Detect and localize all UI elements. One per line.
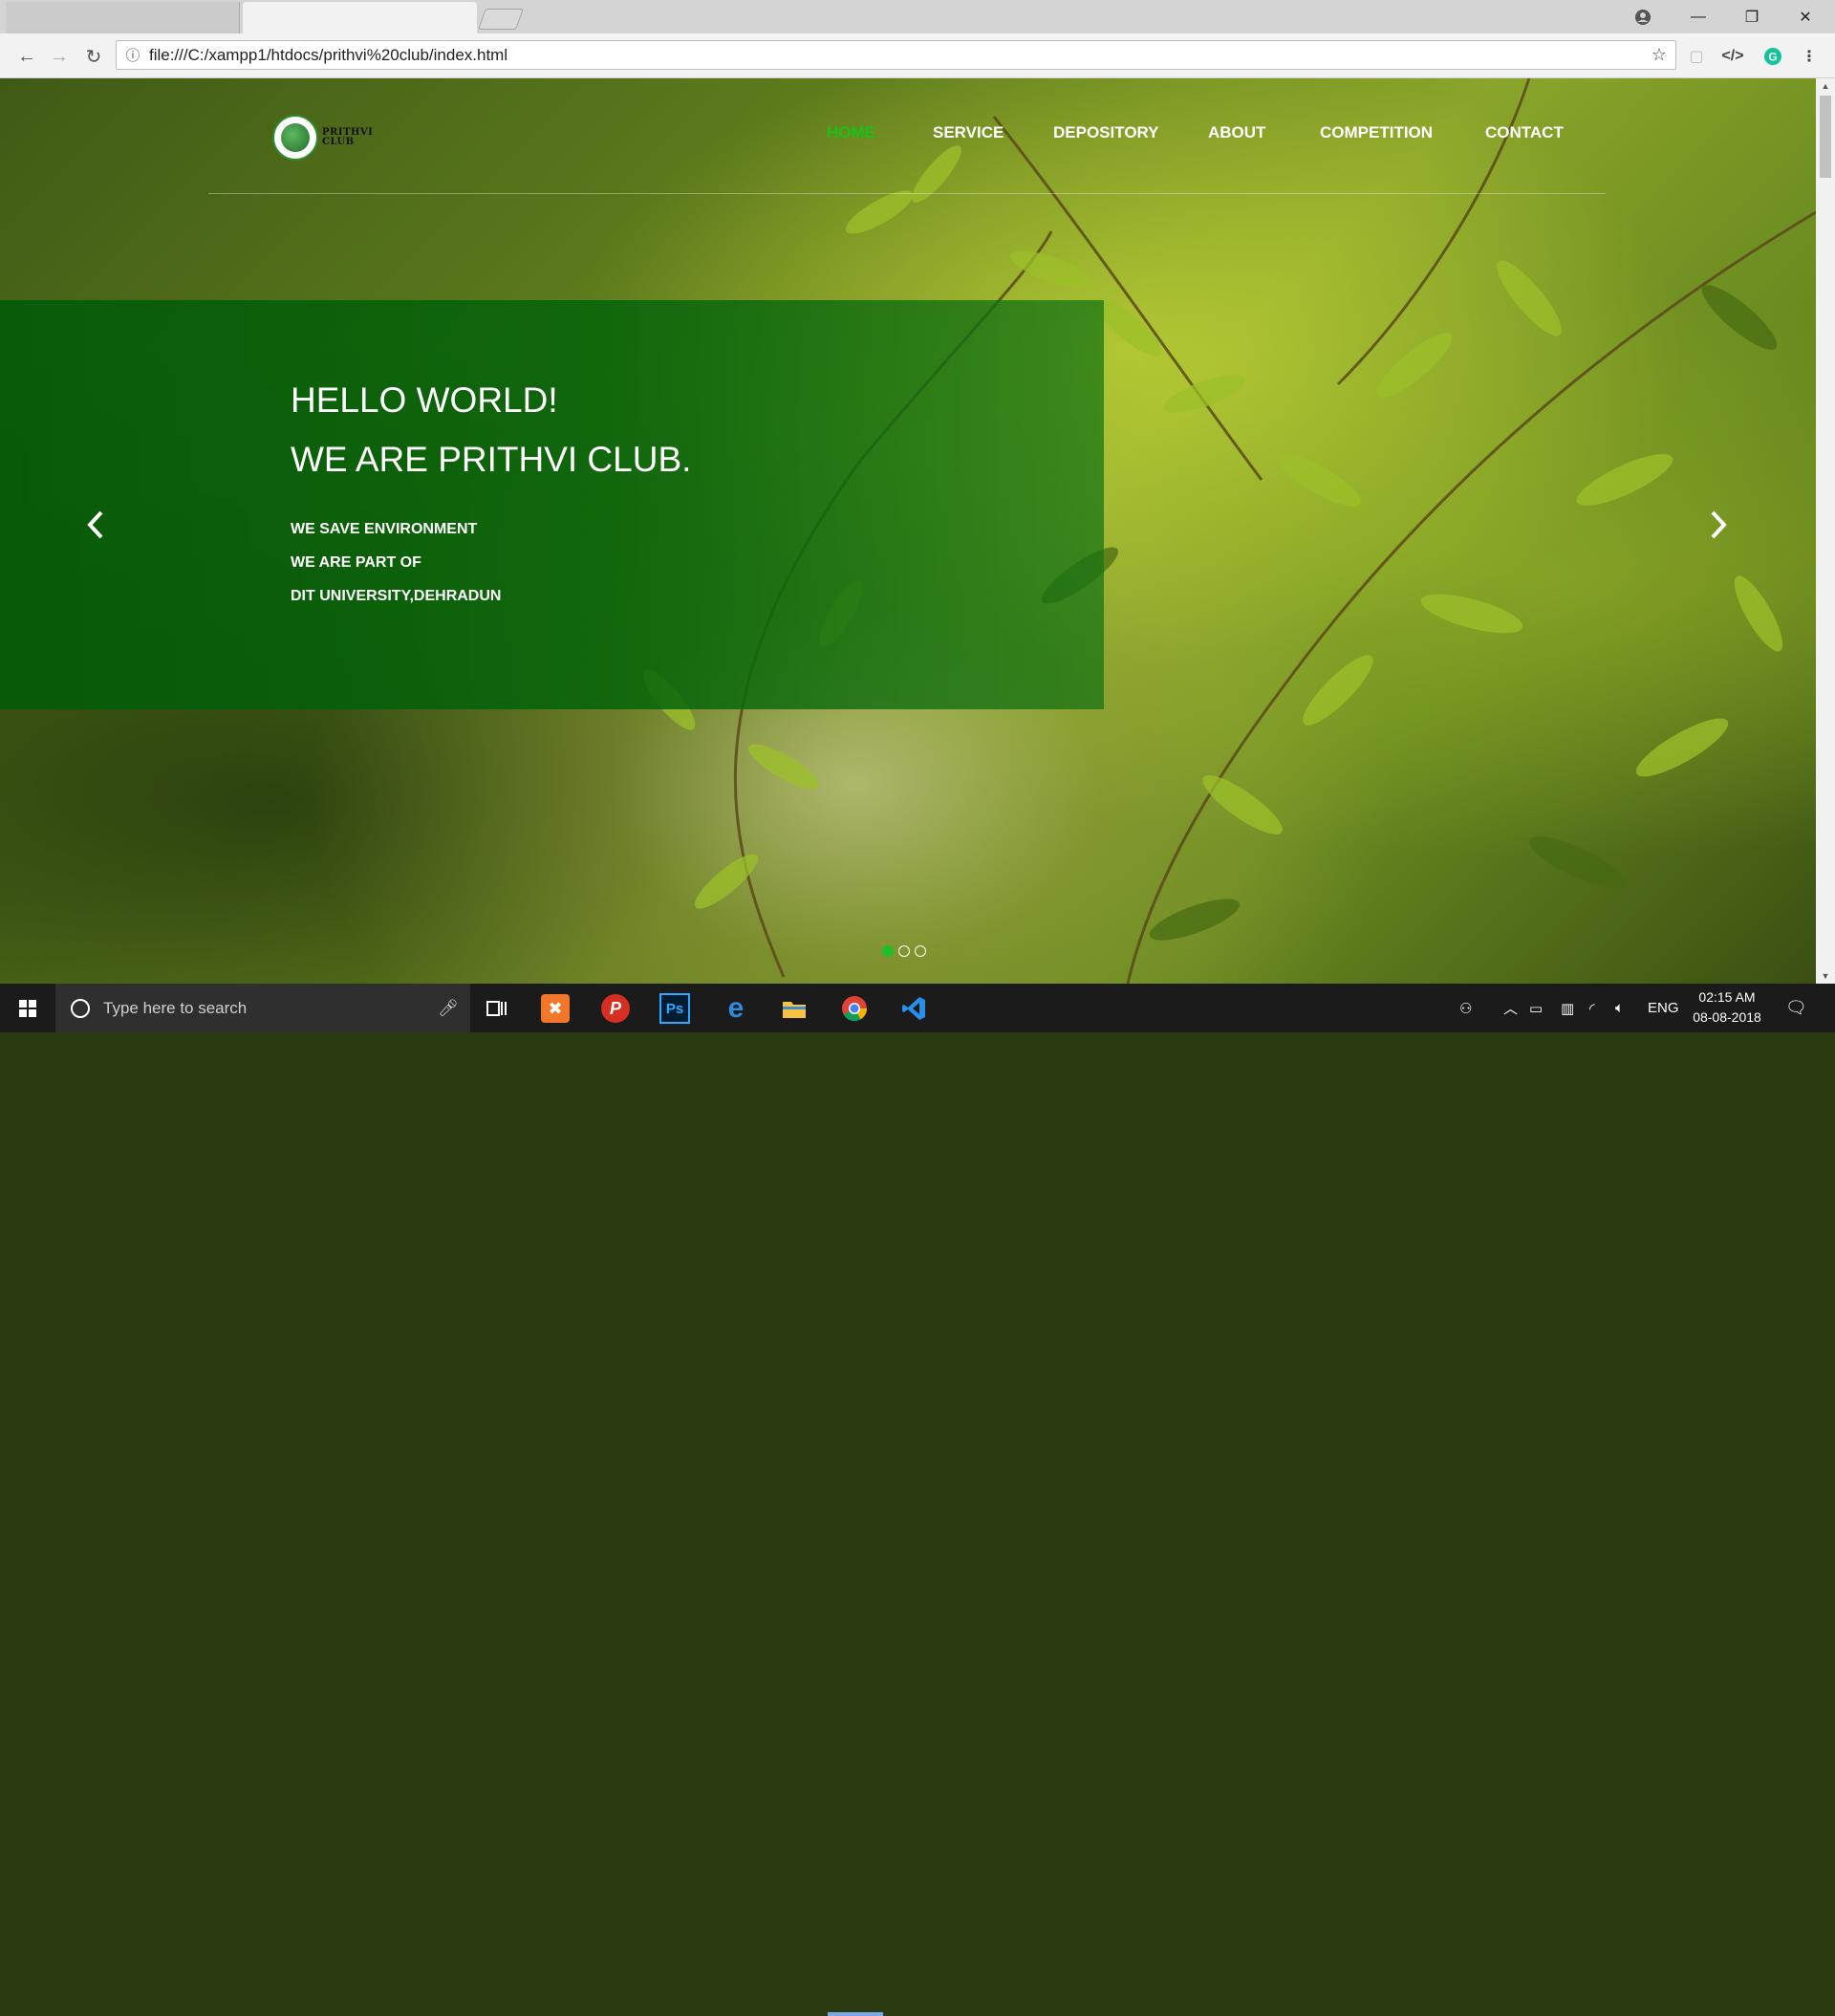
page-scrollbar[interactable]: ▲ ▼ xyxy=(1816,78,1835,984)
scroll-down-icon[interactable]: ▼ xyxy=(1816,968,1835,984)
hero-title-line1: HELLO WORLD! xyxy=(291,380,558,420)
slider-dot-3[interactable] xyxy=(915,945,926,957)
touch-keyboard-icon[interactable]: ▥ xyxy=(1561,984,1574,1032)
file-explorer-icon[interactable] xyxy=(777,991,811,1026)
slider-dot-2[interactable] xyxy=(898,945,910,957)
svg-text:G: G xyxy=(1768,51,1777,64)
scroll-up-icon[interactable]: ▲ xyxy=(1816,78,1835,94)
clock-time: 02:15 AM xyxy=(1698,989,1756,1005)
extension-icon[interactable]: ▢ xyxy=(1684,45,1709,68)
hero-subtitle-line1: WE SAVE ENVIRONMENT xyxy=(291,521,478,537)
tray-chevron-icon[interactable]: ︿ xyxy=(1503,984,1518,1032)
hero-title-line2: WE ARE PRITHVI CLUB. xyxy=(291,440,692,479)
chrome-icon[interactable] xyxy=(837,991,872,1026)
wifi-icon[interactable]: ◜ xyxy=(1589,984,1595,1032)
grammarly-icon[interactable]: G xyxy=(1760,45,1785,68)
logo-line2: CLUB xyxy=(322,137,355,147)
nav-about[interactable]: ABOUT xyxy=(1208,123,1265,142)
restore-icon[interactable]: ❐ xyxy=(1725,0,1779,33)
menu-kebab-icon[interactable]: ⋮ xyxy=(1797,45,1822,68)
scroll-thumb[interactable] xyxy=(1820,96,1831,178)
clock-date: 08-08-2018 xyxy=(1693,1009,1761,1025)
slider-dots xyxy=(882,945,926,957)
windows-logo-icon xyxy=(19,999,36,1017)
profile-icon[interactable] xyxy=(1616,0,1670,33)
nav-competition[interactable]: COMPETITION xyxy=(1320,123,1433,142)
hero-subtitle-line3: DIT UNIVERSITY,DEHRADUN xyxy=(291,588,502,604)
nav-service[interactable]: SERVICE xyxy=(933,123,1004,142)
edge-icon[interactable]: e xyxy=(719,991,753,1026)
nav-depository[interactable]: DEPOSITORY xyxy=(1053,123,1159,142)
notifications-icon[interactable]: 🗨︎ xyxy=(1785,984,1807,1032)
volume-icon[interactable]: 🔈︎ xyxy=(1615,984,1624,1032)
close-tab-icon[interactable]: ✕ xyxy=(211,9,224,28)
cortana-icon xyxy=(71,998,90,1018)
leaf-favicon-icon: ❦ xyxy=(272,10,284,25)
slider-next-icon[interactable] xyxy=(1707,509,1730,547)
battery-icon[interactable]: ▭ xyxy=(1529,984,1543,1032)
code-extension-icon[interactable]: </> xyxy=(1720,45,1745,68)
close-window-icon[interactable]: ✕ xyxy=(1779,0,1832,33)
vscode-icon[interactable] xyxy=(896,991,931,1026)
back-icon[interactable]: ← xyxy=(13,43,40,70)
language-indicator[interactable]: ENG xyxy=(1648,984,1679,1032)
photoshop-icon[interactable]: Ps xyxy=(659,993,690,1024)
new-tab-button[interactable] xyxy=(477,9,525,30)
close-tab-icon[interactable]: ✕ xyxy=(449,9,462,28)
slider-prev-icon[interactable] xyxy=(84,509,107,547)
task-view-icon[interactable] xyxy=(480,991,514,1026)
info-icon[interactable]: ⓘ xyxy=(117,45,149,65)
active-app-indicator xyxy=(828,2012,883,2016)
nav-contact[interactable]: CONTACT xyxy=(1485,123,1564,142)
p-app-icon[interactable]: P xyxy=(601,994,630,1023)
browser-toolbar: ← → ↻ ⓘ file:///C:/xampp1/htdocs/prithvi… xyxy=(0,33,1835,78)
browser-tab-bar: 🐺 Site Stats ‹ Baby wolf — W ✕ ❦ Prithvi… xyxy=(0,0,1835,33)
search-placeholder: Type here to search xyxy=(103,998,248,1017)
windows-taskbar: Type here to search 🎤︎ ✖ P Ps e ⚇ ︿ ▭ ▥ … xyxy=(0,984,1835,2016)
minimize-icon[interactable]: — xyxy=(1672,0,1725,33)
bookmark-star-icon[interactable]: ☆ xyxy=(1643,45,1675,65)
microphone-icon[interactable]: 🎤︎ xyxy=(438,999,459,1018)
reload-icon[interactable]: ↻ xyxy=(80,43,107,70)
page-viewport: PRITHVI CLUB HOME SERVICE DEPOSITORY ABO… xyxy=(0,78,1816,984)
address-url[interactable]: file:///C:/xampp1/htdocs/prithvi%20club/… xyxy=(149,46,1643,65)
xampp-icon[interactable]: ✖ xyxy=(541,994,570,1023)
tab-title: Prithvi Club - DIT University xyxy=(296,10,442,26)
tab-prithvi-club[interactable]: ❦ Prithvi Club - DIT University ✕ xyxy=(243,2,477,33)
tab-title: Site Stats ‹ Baby wolf — W xyxy=(59,10,204,26)
system-clock[interactable]: 02:15 AM 08-08-2018 xyxy=(1688,987,1766,1028)
header-divider xyxy=(208,193,1606,194)
taskbar-search[interactable]: Type here to search 🎤︎ xyxy=(55,984,470,1032)
slider-dot-1[interactable] xyxy=(882,945,894,957)
address-bar[interactable]: ⓘ file:///C:/xampp1/htdocs/prithvi%20clu… xyxy=(116,40,1676,70)
hero-panel xyxy=(0,300,1104,709)
hero-subtitle-line2: WE ARE PART OF xyxy=(291,554,421,571)
start-button[interactable] xyxy=(0,984,55,1032)
site-logo[interactable]: PRITHVI CLUB xyxy=(272,115,373,161)
nav-home[interactable]: HOME xyxy=(827,123,875,142)
forward-icon[interactable]: → xyxy=(46,43,73,70)
logo-globe-icon xyxy=(272,115,318,161)
people-icon[interactable]: ⚇ xyxy=(1459,984,1472,1032)
wolf-favicon-icon: 🐺 xyxy=(32,10,50,25)
tab-site-stats[interactable]: 🐺 Site Stats ‹ Baby wolf — W ✕ xyxy=(6,2,240,33)
logo-text: PRITHVI CLUB xyxy=(322,128,373,147)
